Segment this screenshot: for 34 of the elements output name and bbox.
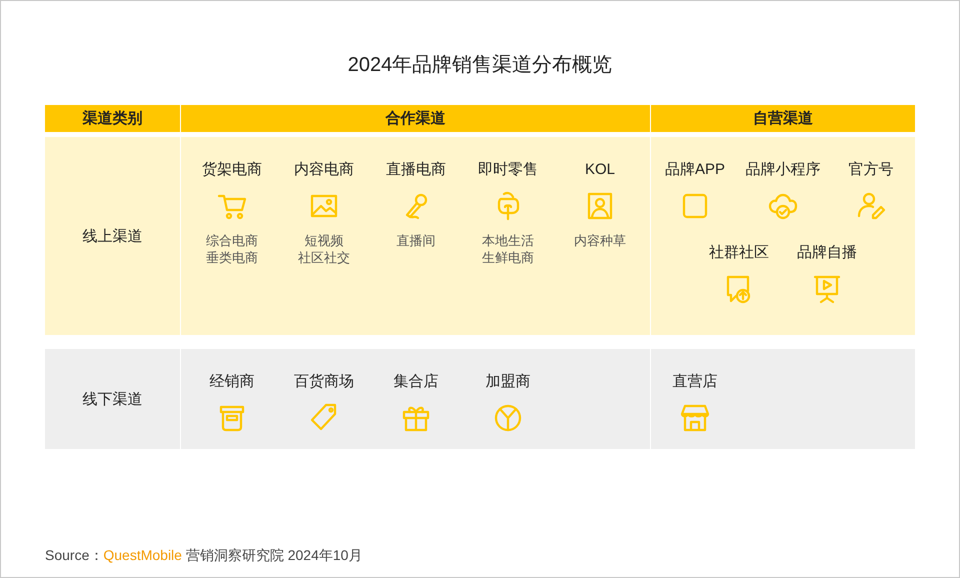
source-note: Source：QuestMobile 营销洞察研究院 2024年10月 bbox=[45, 547, 362, 565]
person-edit-icon bbox=[855, 190, 887, 222]
sub-channel: 短视频 bbox=[304, 232, 344, 249]
channel-name: 直播电商 bbox=[386, 160, 446, 180]
channel-name: 内容电商 bbox=[294, 160, 354, 180]
channel-name: 品牌小程序 bbox=[746, 160, 820, 180]
channel-name: 集合店 bbox=[394, 372, 438, 392]
channel-name: 经销商 bbox=[210, 372, 254, 392]
storefront-icon bbox=[679, 402, 711, 434]
sub-channel: 内容种草 bbox=[574, 232, 626, 249]
chart-title: 2024年品牌销售渠道分布概览 bbox=[348, 53, 612, 78]
channel-name: 货架电商 bbox=[202, 160, 262, 180]
channel-name: KOL bbox=[584, 160, 615, 180]
channel-name: 社群社区 bbox=[709, 243, 769, 263]
channel-name: 百货商场 bbox=[294, 372, 354, 392]
sub-channel: 垂类电商 bbox=[206, 249, 258, 266]
presentation-icon bbox=[811, 273, 843, 305]
channel-name: 品牌APP bbox=[664, 160, 725, 180]
channel-name: 即时零售 bbox=[478, 160, 538, 180]
channel-name: 直营店 bbox=[672, 372, 718, 392]
header-cell: 渠道类别 bbox=[45, 105, 180, 132]
header-cell: 合作渠道 bbox=[180, 105, 650, 132]
sub-channel: 本地生活 bbox=[482, 232, 534, 249]
row-label: 线下渠道 bbox=[82, 390, 142, 408]
sub-channel: 直播间 bbox=[396, 232, 436, 249]
sub-channel: 社区社交 bbox=[298, 249, 350, 266]
channel-name: 官方号 bbox=[848, 160, 894, 180]
header-cell: 自营渠道 bbox=[650, 105, 915, 132]
sub-channel: 生鲜电商 bbox=[482, 249, 534, 266]
row-label: 线上渠道 bbox=[82, 226, 142, 246]
channel-name: 品牌自播 bbox=[797, 243, 857, 263]
sub-channel: 综合电商 bbox=[206, 232, 258, 249]
circle-split-icon bbox=[492, 402, 524, 434]
channel-name: 加盟商 bbox=[486, 372, 530, 392]
